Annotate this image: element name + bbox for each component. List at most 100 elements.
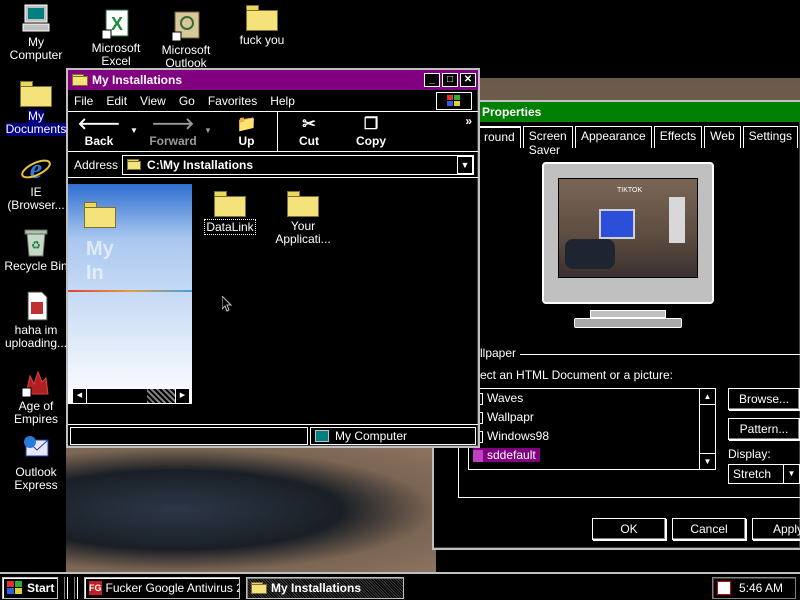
tab-effects[interactable]: Effects	[653, 126, 703, 148]
desktop-icon-recycle-bin[interactable]: ♻ Recycle Bin	[0, 226, 72, 273]
browse-button[interactable]: Browse...	[728, 388, 800, 410]
taskbar: Start FG Fucker Google Antivirus 2... My…	[0, 572, 800, 600]
system-tray: 5:46 AM	[712, 577, 796, 599]
wallpaper-group-label: llpaper	[480, 346, 521, 360]
explorer-window[interactable]: My Installations _ □ ✕ File Edit View Go…	[66, 68, 480, 448]
desktop-icon-ie-browser[interactable]: e IE (Browser...	[0, 152, 72, 212]
scroll-up-arrow-icon[interactable]: ▲	[700, 389, 715, 405]
desktop-icon-excel[interactable]: X Microsoft Excel	[80, 8, 152, 68]
tab-background[interactable]: round	[478, 126, 521, 148]
wallpaper-instruction: ect an HTML Document or a picture:	[480, 368, 673, 382]
tray-scheduler-icon[interactable]	[717, 581, 731, 595]
folder-icon	[214, 191, 246, 217]
chevron-down-icon[interactable]: ▼	[783, 465, 799, 483]
display-mode-select[interactable]: Stretch ▼	[728, 464, 800, 484]
tab-screen-saver[interactable]: Screen Saver	[522, 126, 573, 157]
list-item-label: Wallpapr	[487, 410, 534, 424]
icon-label: Recycle Bin	[4, 259, 68, 273]
address-bar: Address C:\My Installations ▼	[68, 152, 478, 178]
icon-label: fuck you	[239, 33, 285, 47]
copy-button[interactable]: ❐ Copy	[340, 112, 402, 151]
status-pane-right: My Computer	[310, 426, 476, 445]
scroll-thumb[interactable]	[147, 389, 175, 403]
outlook-express-icon	[24, 436, 49, 457]
chevron-down-icon[interactable]: ▼	[457, 155, 473, 174]
file-item[interactable]: Your Applicati...	[266, 188, 340, 246]
icon-label: Documents	[5, 122, 67, 136]
maximize-button[interactable]: □	[442, 73, 458, 87]
display-properties-titlebar[interactable]: Properties	[434, 102, 800, 122]
excel-icon: X	[101, 9, 129, 40]
computer-icon	[22, 4, 50, 32]
preview-label: TIKTOK	[617, 187, 643, 194]
back-dropdown-icon[interactable]: ▼	[130, 112, 142, 151]
desktop-icon-fuck-you-folder[interactable]: fuck you	[226, 2, 298, 47]
folder-icon	[251, 582, 267, 594]
list-scrollbar[interactable]: ▲ ▼	[699, 389, 715, 469]
apply-button[interactable]: Apply	[752, 518, 800, 540]
list-item[interactable]: Windows98	[473, 429, 549, 443]
menu-edit[interactable]: Edit	[106, 94, 127, 108]
close-button[interactable]: ✕	[460, 73, 476, 87]
list-item-selected[interactable]: sddefault	[473, 448, 540, 462]
scroll-down-arrow-icon[interactable]: ▼	[700, 453, 715, 469]
address-input[interactable]: C:\My Installations ▼	[122, 154, 474, 175]
copy-label: Copy	[356, 134, 386, 148]
up-label: Up	[238, 134, 255, 148]
wallpaper-listbox[interactable]: Waves Wallpapr Windows98 sddefault ▲ ▼	[468, 388, 716, 470]
desktop-icon-outlook-express[interactable]: Outlook Express	[0, 432, 72, 492]
forward-button[interactable]: 🡒 Forward	[142, 112, 204, 151]
file-item-label: Your	[290, 219, 316, 233]
sidebar-hscrollbar[interactable]: ◀ ▶	[72, 388, 190, 404]
menu-favorites[interactable]: Favorites	[208, 94, 257, 108]
desktop-wallpaper-photo-bottom	[66, 448, 436, 572]
icon-label: uploading...	[4, 336, 68, 350]
desktop-icon-age-of-empires[interactable]: Age of Empires	[0, 366, 72, 426]
forward-label: Forward	[149, 134, 197, 148]
toolbar-overflow-chevron[interactable]: »	[465, 112, 478, 151]
scroll-left-arrow-icon[interactable]: ◀	[73, 389, 87, 403]
menu-view[interactable]: View	[140, 94, 166, 108]
list-item[interactable]: Waves	[473, 391, 523, 405]
start-button[interactable]: Start	[2, 577, 58, 599]
file-item[interactable]: DataLink	[200, 188, 260, 235]
antivirus-app-icon: FG	[89, 581, 102, 595]
monitor-stand	[590, 310, 666, 318]
desktop-icon-my-documents[interactable]: My Documents	[0, 78, 72, 136]
up-button[interactable]: 📁 Up	[216, 112, 278, 151]
display-tabs: round Screen Saver Appearance Effects We…	[434, 126, 800, 157]
list-item[interactable]: Wallpapr	[473, 410, 534, 424]
preview-pc-tower	[669, 197, 685, 243]
forward-dropdown-icon[interactable]: ▼	[204, 112, 216, 151]
menu-file[interactable]: File	[74, 94, 93, 108]
folder-icon	[246, 5, 278, 31]
explorer-titlebar[interactable]: My Installations _ □ ✕	[68, 70, 478, 90]
taskbar-divider	[74, 577, 78, 599]
folder-icon	[20, 81, 52, 107]
back-button[interactable]: 🡐 Back	[68, 112, 130, 151]
cancel-button[interactable]: Cancel	[672, 518, 746, 540]
task-label: Fucker Google Antivirus 2...	[105, 581, 240, 595]
tab-web[interactable]: Web	[704, 126, 741, 148]
status-bar: My Computer	[68, 424, 478, 446]
taskbar-task-my-installations[interactable]: My Installations	[246, 577, 404, 599]
tab-appearance[interactable]: Appearance	[574, 126, 652, 148]
list-item-label: sddefault	[487, 448, 536, 462]
desktop-icon-haha-im-uploading[interactable]: haha im uploading...	[0, 290, 72, 350]
clock[interactable]: 5:46 AM	[739, 581, 783, 595]
taskbar-task-antivirus[interactable]: FG Fucker Google Antivirus 2...	[84, 577, 240, 599]
display-properties-window[interactable]: Properties round Screen Saver Appearance…	[432, 100, 800, 550]
minimize-button[interactable]: _	[424, 73, 440, 87]
menu-go[interactable]: Go	[179, 94, 195, 108]
ok-button[interactable]: OK	[592, 518, 666, 540]
tab-settings[interactable]: Settings	[742, 126, 798, 148]
back-label: Back	[84, 134, 114, 148]
folder-icon	[84, 202, 116, 228]
cut-button[interactable]: ✂ Cut	[278, 112, 340, 151]
desktop-icon-my-computer[interactable]: My Computer	[0, 2, 72, 62]
pattern-button[interactable]: Pattern...	[728, 418, 800, 440]
desktop-icon-outlook[interactable]: Microsoft Outlook	[150, 10, 222, 70]
menu-help[interactable]: Help	[270, 94, 295, 108]
internet-explorer-icon: e	[21, 154, 51, 184]
scroll-right-arrow-icon[interactable]: ▶	[175, 389, 189, 403]
